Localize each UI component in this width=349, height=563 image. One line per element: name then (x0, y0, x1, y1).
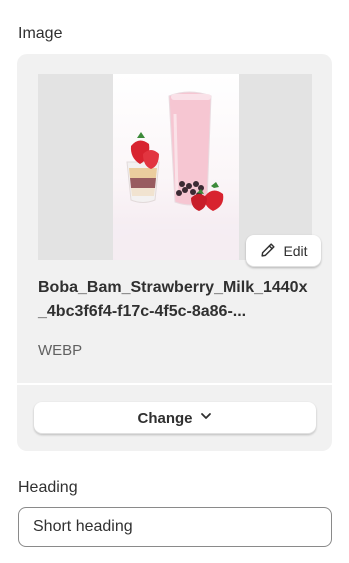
product-photo (113, 74, 239, 260)
pencil-icon (259, 241, 277, 262)
image-picker-card: Edit Boba_Bam_Strawberry_Milk_1440x_4bc3… (17, 54, 332, 451)
card-divider (17, 383, 332, 385)
image-filename: Boba_Bam_Strawberry_Milk_1440x_4bc3f6f4-… (38, 279, 308, 320)
image-preview[interactable]: Edit (38, 74, 321, 267)
change-button-label: Change (137, 409, 193, 427)
edit-button-label: Edit (283, 243, 308, 259)
image-section-label: Image (18, 25, 63, 42)
heading-section-label: Heading (18, 479, 78, 496)
chevron-down-icon (199, 409, 213, 427)
change-image-button[interactable]: Change (34, 402, 316, 434)
product-photo-illustration (113, 91, 239, 260)
edit-image-button[interactable]: Edit (246, 235, 321, 267)
heading-input[interactable] (18, 507, 332, 547)
image-filetype: WEBP (38, 342, 83, 359)
